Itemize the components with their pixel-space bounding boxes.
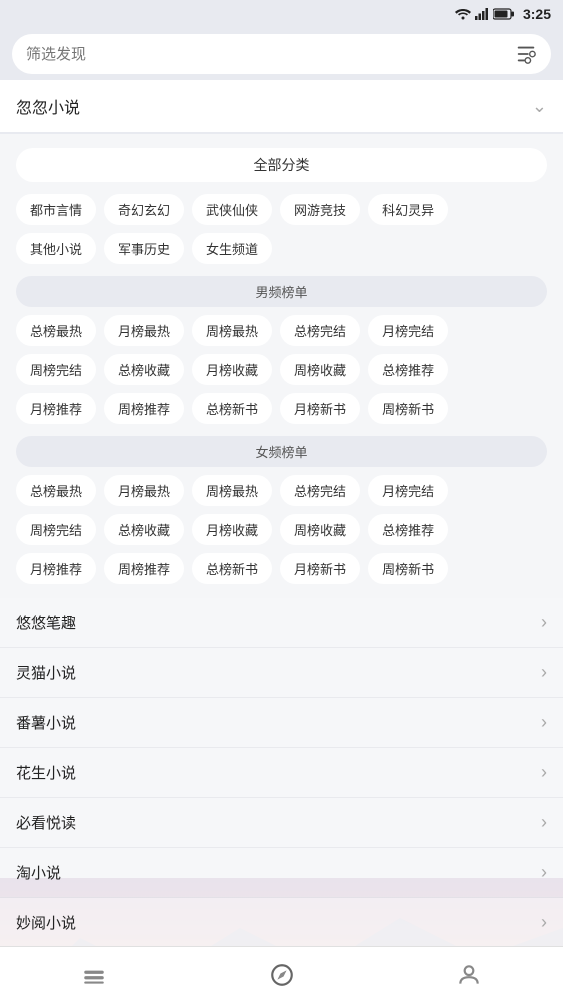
wifi-icon (455, 8, 471, 20)
female-周榜收藏[interactable]: 周榜收藏 (280, 514, 360, 545)
home-icon (81, 962, 107, 988)
cat-女生频道[interactable]: 女生频道 (192, 233, 272, 264)
male-总榜收藏[interactable]: 总榜收藏 (104, 354, 184, 385)
list-item-label-0: 悠悠笔趣 (16, 612, 76, 633)
list-item-6[interactable]: 妙阅小说 › (0, 898, 563, 946)
list-item-label-2: 番薯小说 (16, 712, 76, 733)
female-月榜新书[interactable]: 月榜新书 (280, 553, 360, 584)
female-总榜新书[interactable]: 总榜新书 (192, 553, 272, 584)
female-items-row1: 总榜最热 月榜最热 周榜最热 总榜完结 月榜完结 (10, 471, 553, 510)
section-header-huhuxiaoshuo[interactable]: 忽忽小说 ⌄ (0, 80, 563, 132)
all-category-pill[interactable]: 全部分类 (16, 148, 547, 182)
female-月榜最热[interactable]: 月榜最热 (104, 475, 184, 506)
male-section-label: 男频榜单 (16, 276, 547, 307)
male-月榜最热[interactable]: 月榜最热 (104, 315, 184, 346)
list-item-5[interactable]: 淘小说 › (0, 848, 563, 898)
male-总榜最热[interactable]: 总榜最热 (16, 315, 96, 346)
male-周榜收藏[interactable]: 周榜收藏 (280, 354, 360, 385)
main-categories-row2: 其他小说 军事历史 女生频道 (10, 229, 553, 268)
expand-icon: ⌄ (532, 96, 547, 117)
profile-icon (456, 962, 482, 988)
female-周榜完结[interactable]: 周榜完结 (16, 514, 96, 545)
list-item-label-6: 妙阅小说 (16, 912, 76, 933)
search-bar[interactable] (12, 34, 551, 74)
categories-area: 全部分类 都市言情 奇幻玄幻 武侠仙侠 网游竞技 科幻灵异 其他小说 军事历史 … (0, 134, 563, 598)
chevron-right-icon-5: › (541, 862, 547, 883)
list-item-4[interactable]: 必看悦读 › (0, 798, 563, 848)
male-items-row3: 月榜推荐 周榜推荐 总榜新书 月榜新书 周榜新书 (10, 389, 553, 428)
male-月榜完结[interactable]: 月榜完结 (368, 315, 448, 346)
female-总榜推荐[interactable]: 总榜推荐 (368, 514, 448, 545)
cat-奇幻玄幻[interactable]: 奇幻玄幻 (104, 194, 184, 225)
chevron-right-icon-2: › (541, 712, 547, 733)
chevron-right-icon-0: › (541, 612, 547, 633)
chevron-right-icon-3: › (541, 762, 547, 783)
female-月榜收藏[interactable]: 月榜收藏 (192, 514, 272, 545)
list-item-label-4: 必看悦读 (16, 812, 76, 833)
female-总榜最热[interactable]: 总榜最热 (16, 475, 96, 506)
female-总榜收藏[interactable]: 总榜收藏 (104, 514, 184, 545)
section-title: 忽忽小说 (16, 94, 80, 118)
status-icons: 3:25 (455, 6, 551, 22)
list-item-1[interactable]: 灵猫小说 › (0, 648, 563, 698)
male-items-row2: 周榜完结 总榜收藏 月榜收藏 周榜收藏 总榜推荐 (10, 350, 553, 389)
list-item-label-3: 花生小说 (16, 762, 76, 783)
male-总榜新书[interactable]: 总榜新书 (192, 393, 272, 424)
female-月榜完结[interactable]: 月榜完结 (368, 475, 448, 506)
cat-科幻灵异[interactable]: 科幻灵异 (368, 194, 448, 225)
list-item-0[interactable]: 悠悠笔趣 › (0, 598, 563, 648)
female-items-row2: 周榜完结 总榜收藏 月榜收藏 周榜收藏 总榜推荐 (10, 510, 553, 549)
chevron-right-icon-1: › (541, 662, 547, 683)
male-周榜最热[interactable]: 周榜最热 (192, 315, 272, 346)
female-section-label: 女频榜单 (16, 436, 547, 467)
male-items-row1: 总榜最热 月榜最热 周榜最热 总榜完结 月榜完结 (10, 311, 553, 350)
nav-item-discover[interactable] (188, 962, 376, 988)
list-section: 悠悠笔趣 › 灵猫小说 › 番薯小说 › 花生小说 › 必看悦读 › 淘小说 ›… (0, 598, 563, 946)
cat-网游竞技[interactable]: 网游竞技 (280, 194, 360, 225)
male-周榜推荐[interactable]: 周榜推荐 (104, 393, 184, 424)
cat-军事历史[interactable]: 军事历史 (104, 233, 184, 264)
battery-icon (493, 8, 515, 20)
search-input[interactable] (26, 46, 537, 63)
female-items-row3: 月榜推荐 周榜推荐 总榜新书 月榜新书 周榜新书 (10, 549, 553, 588)
male-周榜新书[interactable]: 周榜新书 (368, 393, 448, 424)
status-bar: 3:25 (0, 0, 563, 28)
female-周榜推荐[interactable]: 周榜推荐 (104, 553, 184, 584)
list-item-label-1: 灵猫小说 (16, 662, 76, 683)
time-display: 3:25 (523, 6, 551, 22)
list-item-2[interactable]: 番薯小说 › (0, 698, 563, 748)
cat-武侠仙侠[interactable]: 武侠仙侠 (192, 194, 272, 225)
cat-其他小说[interactable]: 其他小说 (16, 233, 96, 264)
bottom-nav (0, 946, 563, 1002)
nav-item-home[interactable] (0, 962, 188, 988)
male-月榜推荐[interactable]: 月榜推荐 (16, 393, 96, 424)
main-content: 忽忽小说 ⌄ 全部分类 都市言情 奇幻玄幻 武侠仙侠 网游竞技 科幻灵异 其他小… (0, 80, 563, 946)
male-周榜完结[interactable]: 周榜完结 (16, 354, 96, 385)
main-categories-row: 都市言情 奇幻玄幻 武侠仙侠 网游竞技 科幻灵异 (10, 190, 553, 229)
chevron-right-icon-4: › (541, 812, 547, 833)
list-item-3[interactable]: 花生小说 › (0, 748, 563, 798)
compass-icon (269, 962, 295, 988)
female-周榜新书[interactable]: 周榜新书 (368, 553, 448, 584)
cat-都市言情[interactable]: 都市言情 (16, 194, 96, 225)
female-月榜推荐[interactable]: 月榜推荐 (16, 553, 96, 584)
female-周榜最热[interactable]: 周榜最热 (192, 475, 272, 506)
male-月榜新书[interactable]: 月榜新书 (280, 393, 360, 424)
nav-item-profile[interactable] (375, 962, 563, 988)
filter-icon[interactable] (515, 43, 537, 65)
list-item-label-5: 淘小说 (16, 862, 61, 883)
male-总榜完结[interactable]: 总榜完结 (280, 315, 360, 346)
male-月榜收藏[interactable]: 月榜收藏 (192, 354, 272, 385)
female-总榜完结[interactable]: 总榜完结 (280, 475, 360, 506)
male-总榜推荐[interactable]: 总榜推荐 (368, 354, 448, 385)
signal-icon (475, 8, 489, 20)
chevron-right-icon-6: › (541, 912, 547, 933)
